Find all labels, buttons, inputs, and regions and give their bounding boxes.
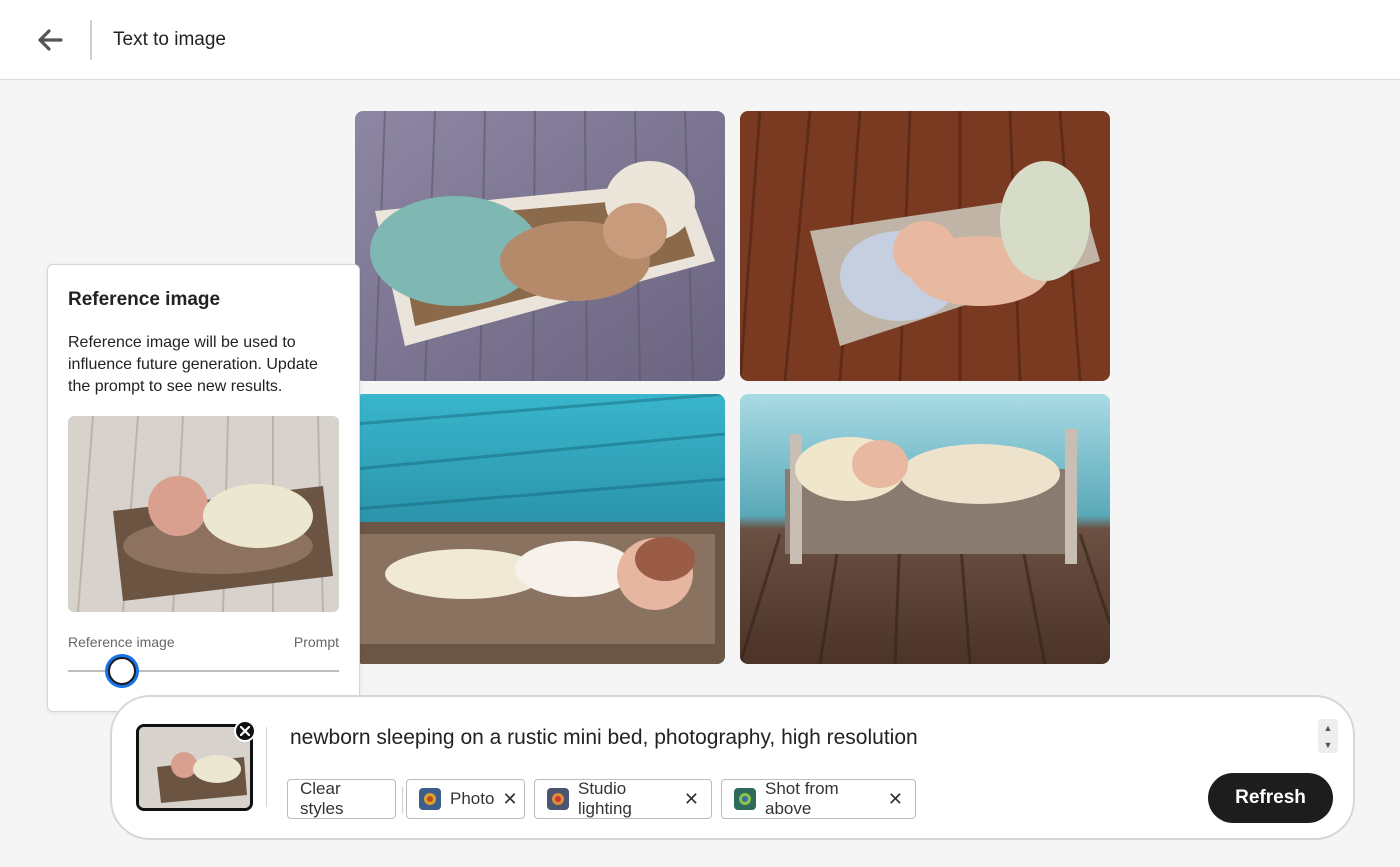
prompt-input[interactable]: newborn sleeping on a rustic mini bed, p… (290, 726, 918, 750)
slider-label-prompt: Prompt (293, 634, 339, 650)
close-icon[interactable]: ✕ (676, 789, 699, 810)
slider-label-reference: Reference image (68, 634, 175, 650)
clear-styles-label: Clear styles (300, 779, 344, 818)
arrow-left-icon (38, 29, 63, 51)
studio-lighting-icon (547, 788, 569, 810)
generated-image-1[interactable] (355, 111, 725, 381)
photo-style-icon (419, 788, 441, 810)
reference-panel-description: Reference image will be used to influenc… (68, 334, 318, 395)
scroll-down-icon[interactable]: ▼ (1324, 740, 1333, 750)
refresh-button[interactable]: Refresh (1208, 773, 1333, 823)
chip-label: Studio lighting (578, 779, 632, 818)
clear-styles-button[interactable]: Clear styles (287, 779, 396, 819)
slider-thumb[interactable] (108, 657, 137, 685)
generated-image-4[interactable] (740, 394, 1110, 664)
page-title: Text to image (113, 29, 226, 50)
refresh-label: Refresh (1235, 787, 1306, 808)
reference-panel-title: Reference image (68, 289, 221, 310)
app-header: Text to image (0, 0, 1400, 80)
prompt-bar: newborn sleeping on a rustic mini bed, p… (110, 695, 1355, 840)
chip-divider (402, 787, 403, 813)
style-chip-studio-lighting[interactable]: Studio lighting ✕ (534, 779, 712, 819)
reference-image-panel: Reference image Reference image will be … (47, 264, 360, 712)
reference-strength-slider[interactable] (68, 657, 339, 685)
close-icon[interactable]: ✕ (880, 789, 903, 810)
generated-image-3[interactable] (355, 394, 725, 664)
prompt-scroll-control[interactable]: ▲ ▼ (1318, 719, 1338, 753)
chip-label: Photo (450, 789, 495, 808)
style-chip-shot-from-above[interactable]: Shot from above ✕ (721, 779, 916, 819)
close-icon[interactable]: ✕ (494, 789, 517, 810)
chip-label: Shot from above (765, 779, 839, 818)
scroll-up-icon[interactable]: ▲ (1324, 723, 1333, 733)
generated-image-2[interactable] (740, 111, 1110, 381)
back-button[interactable] (30, 22, 70, 58)
reference-image-preview (68, 416, 339, 612)
prompt-divider (266, 727, 267, 807)
style-chip-photo[interactable]: Photo ✕ (406, 779, 525, 819)
remove-reference-button[interactable] (234, 720, 256, 742)
close-icon (240, 726, 250, 736)
shot-from-above-icon (734, 788, 756, 810)
header-divider (90, 20, 92, 60)
